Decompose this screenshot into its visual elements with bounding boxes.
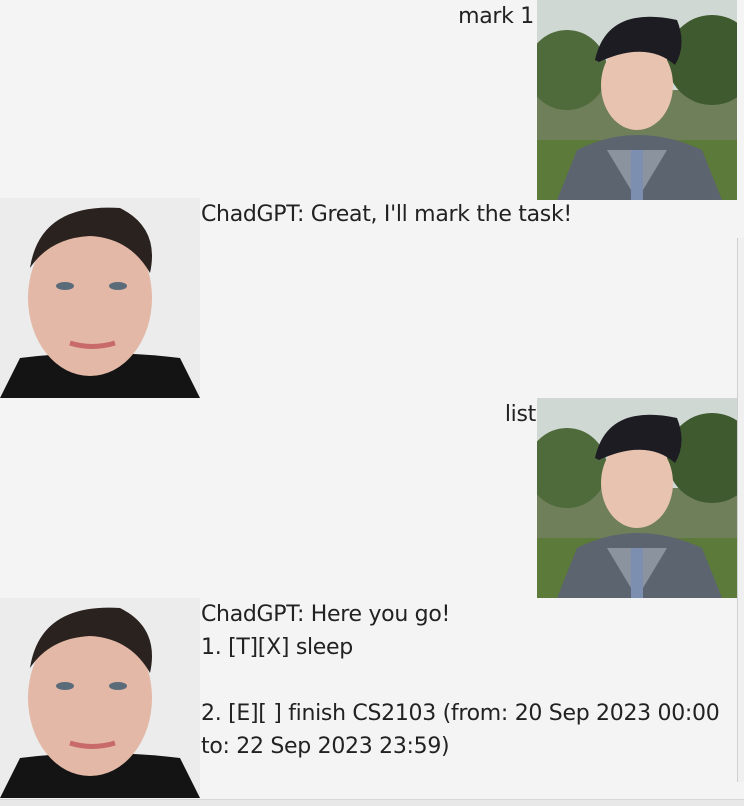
bot-message-line — [201, 664, 719, 697]
bot-message-line: 1. [T][X] sleep — [201, 635, 353, 660]
bot-message-text: ChadGPT: Great, I'll mark the task! — [201, 202, 572, 227]
user-message-text: list — [504, 402, 536, 427]
user-avatar — [537, 0, 737, 200]
user-avatar-photo-icon — [537, 398, 737, 598]
user-message-text: mark 1 — [458, 4, 534, 29]
bot-message-line: ChadGPT: Here you go! — [201, 602, 451, 627]
user-avatar — [537, 398, 737, 598]
bot-message-line: to: 22 Sep 2023 23:59) — [201, 734, 450, 759]
bot-avatar — [0, 598, 200, 798]
user-avatar-photo-icon — [537, 0, 737, 200]
window-bottom-edge — [0, 799, 744, 806]
bot-avatar — [0, 198, 200, 398]
bot-message-block: ChadGPT: Here you go! 1. [T][X] sleep 2.… — [201, 598, 720, 763]
bot-message-line: 2. [E][ ] finish CS2103 (from: 20 Sep 20… — [201, 701, 720, 726]
bot-avatar-photo-icon — [0, 598, 200, 798]
scrollbar[interactable] — [737, 238, 744, 782]
bot-avatar-photo-icon — [0, 198, 200, 398]
